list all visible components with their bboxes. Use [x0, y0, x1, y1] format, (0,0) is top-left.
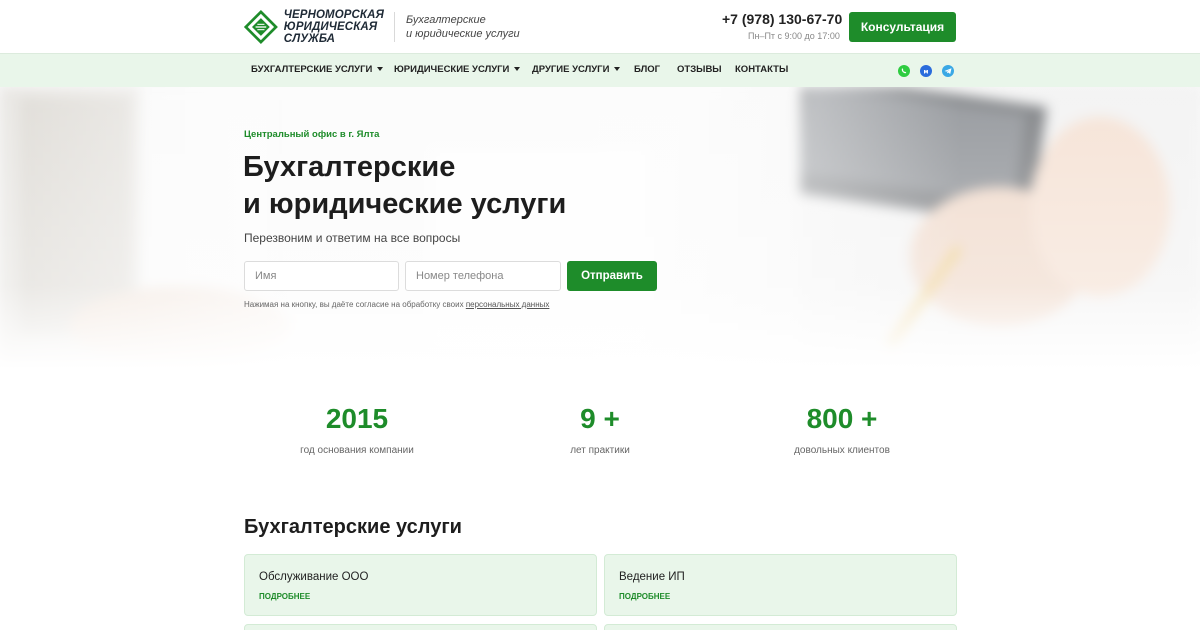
logo-line-2: ЮРИДИЧЕСКАЯ — [283, 21, 378, 33]
hero-subtitle: Перезвоним и ответим на все вопросы — [244, 231, 461, 245]
hero-title-line-2: и юридические услуги — [243, 188, 567, 220]
logo-line-3: СЛУЖБА — [283, 33, 336, 45]
nav-item-reviews[interactable]: Отзывы — [677, 64, 722, 75]
stat-value-clients: 800 + — [806, 403, 878, 434]
services-heading: Бухгалтерские услуги — [244, 516, 462, 538]
phone-link[interactable]: +7 (978) 130-67-70 — [722, 11, 842, 27]
main-nav: Бухгалтерские услуги Юридические услуги … — [0, 53, 1200, 87]
nav-item-legal[interactable]: Юридические услуги — [394, 64, 521, 75]
consent-note: Нажимая на кнопку, вы даёте согласие на … — [244, 300, 549, 309]
service-card-ip[interactable]: Ведение ИП Подробнее — [604, 554, 957, 616]
submit-button[interactable]: Отправить — [567, 261, 657, 291]
logo-icon — [244, 9, 278, 45]
header-divider — [394, 12, 395, 42]
stat-label-clients: довольных клиентов — [794, 445, 890, 456]
service-card-ooo[interactable]: Обслуживание ООО Подробнее — [244, 554, 597, 616]
service-card-more-link[interactable]: Подробнее — [259, 592, 310, 601]
phone-input[interactable] — [405, 261, 561, 291]
nav-item-accounting[interactable]: Бухгалтерские услуги — [251, 64, 384, 75]
hero-title-line-1: Бухгалтерские — [243, 151, 456, 183]
service-card-title: Обслуживание ООО — [259, 571, 369, 583]
telegram-icon[interactable] — [942, 65, 954, 77]
stat-value-years: 9 + — [580, 403, 620, 434]
site-header: ЧЕРНОМОРСКАЯ ЮРИДИЧЕСКАЯ СЛУЖБА Бухгалте… — [0, 0, 1200, 53]
header-tagline: Бухгалтерские и юридические услуги — [406, 13, 520, 41]
logo[interactable]: ЧЕРНОМОРСКАЯ ЮРИДИЧЕСКАЯ СЛУЖБА — [244, 8, 384, 46]
nav-label-legal: Юридические услуги — [394, 64, 510, 75]
stat-value-founded: 2015 — [325, 403, 389, 434]
whatsapp-icon[interactable] — [898, 65, 910, 77]
hero-bottom-fade — [0, 87, 1200, 370]
service-card-more-link[interactable]: Подробнее — [619, 592, 670, 601]
consent-text: Нажимая на кнопку, вы даёте согласие на … — [244, 300, 466, 309]
name-input[interactable] — [244, 261, 399, 291]
logo-line-1: ЧЕРНОМОРСКАЯ — [283, 9, 384, 21]
work-hours: Пн–Пт с 9:00 до 17:00 — [748, 31, 840, 41]
nav-item-blog[interactable]: Блог — [634, 64, 660, 75]
hero-section: Центральный офис в г. Ялта Бухгалтерские… — [0, 87, 1200, 370]
nav-label-other: Другие услуги — [532, 64, 610, 75]
tagline-line-1: Бухгалтерские — [406, 14, 486, 26]
service-card-partial[interactable] — [604, 624, 957, 630]
stat-label-years: лет практики — [570, 445, 630, 456]
logo-text: ЧЕРНОМОРСКАЯ ЮРИДИЧЕСКАЯ СЛУЖБА — [284, 9, 384, 45]
svg-text:м: м — [924, 69, 929, 76]
office-location: Центральный офис в г. Ялта — [244, 129, 380, 140]
caret-down-icon — [514, 67, 521, 72]
caret-down-icon — [377, 67, 384, 72]
max-icon[interactable]: м — [920, 65, 932, 77]
service-card-title: Ведение ИП — [619, 571, 685, 583]
service-card-partial[interactable] — [244, 624, 597, 630]
stat-label-founded: год основания компании — [300, 445, 414, 456]
privacy-link[interactable]: персональных данных — [466, 300, 550, 309]
consultation-button[interactable]: Консультация — [849, 12, 956, 42]
hero-title: Бухгалтерские и юридические услуги — [243, 149, 566, 223]
nav-item-other[interactable]: Другие услуги — [532, 64, 621, 75]
caret-down-icon — [614, 67, 621, 72]
nav-item-contacts[interactable]: Контакты — [735, 64, 788, 75]
nav-label-accounting: Бухгалтерские услуги — [251, 64, 373, 75]
tagline-line-2: и юридические услуги — [406, 28, 520, 40]
